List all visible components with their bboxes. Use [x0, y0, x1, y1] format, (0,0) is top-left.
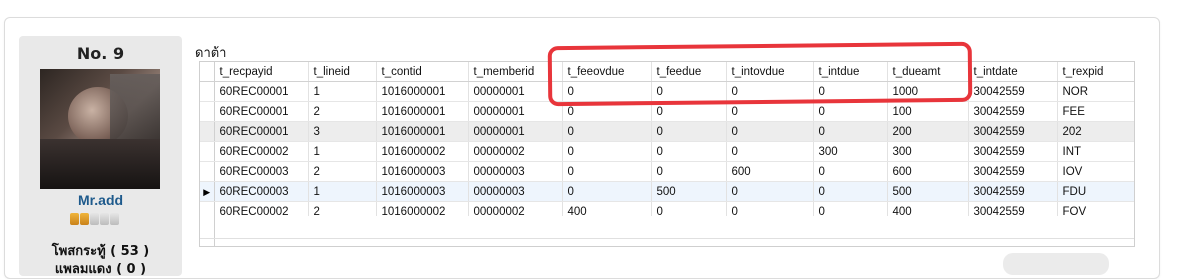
cell-t-contid[interactable]: 1016000003 — [376, 161, 469, 182]
grid-horizontal-scroll-track[interactable] — [200, 238, 1134, 239]
cell-t-memberid[interactable]: 00000002 — [468, 141, 563, 162]
user-panel: No. 9 Mr.add โพสกระทู้ ( 53 ) แพลมแดง ( … — [19, 36, 182, 277]
cell-t-intovdue[interactable]: 0 — [726, 181, 814, 202]
cell-t-feeovdue[interactable]: 0 — [562, 181, 652, 202]
medal-empty-icon — [90, 213, 99, 225]
cell-t-rexpid[interactable]: NOR — [1057, 81, 1134, 102]
username-link[interactable]: Mr.add — [19, 192, 182, 208]
table-row[interactable]: 60REC00003 2 1016000003 00000003 0 0 600 0 600 30… — [200, 161, 1134, 182]
cell-t-contid[interactable]: 1016000001 — [376, 81, 469, 102]
cell-t-memberid[interactable]: 00000003 — [468, 181, 563, 202]
cell-t-contid[interactable]: 1016000002 — [376, 141, 469, 162]
row-header-cell[interactable] — [200, 81, 215, 102]
cell-t-feedue[interactable]: 0 — [651, 161, 727, 182]
cell-t-contid[interactable]: 1016000003 — [376, 181, 469, 202]
cell-t-lineid[interactable]: 1 — [308, 81, 377, 102]
rank-medals — [70, 210, 120, 225]
cell-t-intdue[interactable]: 0 — [813, 121, 888, 142]
cell-t-intdate[interactable]: 30042559 — [968, 161, 1058, 182]
cell-t-intovdue[interactable]: 0 — [726, 141, 814, 162]
medal-icon — [70, 213, 79, 225]
cell-t-dueamt[interactable]: 600 — [887, 161, 969, 182]
cell-t-feedue[interactable]: 500 — [651, 181, 727, 202]
table-row[interactable]: 60REC00001 3 1016000001 00000001 0 0 0 0 200 3004… — [200, 121, 1134, 142]
cell-t-intdate[interactable]: 30042559 — [968, 121, 1058, 142]
medal-empty-icon — [100, 213, 109, 225]
cell-t-feeovdue[interactable]: 0 — [562, 121, 652, 142]
medal-icon — [80, 213, 89, 225]
cell-t-recpayid[interactable]: 60REC00001 — [214, 101, 309, 122]
row-header-cell[interactable] — [200, 101, 215, 122]
column-header-t-intdate[interactable]: t_intdate — [968, 62, 1058, 82]
cell-t-recpayid[interactable]: 60REC00001 — [214, 121, 309, 142]
column-header-t-lineid[interactable]: t_lineid — [308, 62, 377, 82]
cell-t-intdate[interactable]: 30042559 — [968, 181, 1058, 202]
cell-t-memberid[interactable]: 00000001 — [468, 101, 563, 122]
red-annotation-box — [547, 41, 973, 107]
cell-t-intdue[interactable]: 0 — [813, 181, 888, 202]
cell-t-recpayid[interactable]: 60REC00001 — [214, 81, 309, 102]
row-header-cell[interactable] — [200, 161, 215, 182]
cell-t-lineid[interactable]: 2 — [308, 101, 377, 122]
cell-t-intdue[interactable]: 0 — [813, 161, 888, 182]
cell-t-rexpid[interactable]: IOV — [1057, 161, 1134, 182]
cell-t-feeovdue[interactable]: 0 — [562, 141, 652, 162]
cell-t-dueamt[interactable]: 200 — [887, 121, 969, 142]
cell-t-intdue[interactable]: 300 — [813, 141, 888, 162]
cell-t-dueamt[interactable]: 100 — [887, 101, 969, 122]
cell-t-rexpid[interactable]: 202 — [1057, 121, 1134, 142]
avatar[interactable] — [40, 69, 160, 189]
cell-t-contid[interactable]: 1016000001 — [376, 121, 469, 142]
cell-t-dueamt[interactable]: 500 — [887, 181, 969, 202]
cell-t-dueamt[interactable]: 300 — [887, 141, 969, 162]
row-header-cell[interactable] — [200, 121, 215, 142]
action-button[interactable] — [1003, 253, 1109, 275]
post-number: No. 9 — [76, 44, 125, 63]
row-header-cell[interactable] — [200, 141, 215, 162]
cell-t-recpayid[interactable]: 60REC00003 — [214, 161, 309, 182]
cell-t-contid[interactable]: 1016000001 — [376, 101, 469, 122]
cell-t-lineid[interactable]: 1 — [308, 181, 377, 202]
cell-t-intdate[interactable]: 30042559 — [968, 101, 1058, 122]
cell-t-recpayid[interactable]: 60REC00003 — [214, 181, 309, 202]
cell-t-intovdue[interactable]: 0 — [726, 121, 814, 142]
cell-t-feedue[interactable]: 0 — [651, 141, 727, 162]
cell-t-feedue[interactable]: 0 — [651, 121, 727, 142]
grid-caption: ดาต้า — [195, 46, 227, 61]
column-header-t-recpayid[interactable]: t_recpayid — [214, 62, 309, 82]
row-header-cell[interactable]: ▶ — [200, 181, 215, 202]
row-header-corner — [200, 62, 215, 82]
cell-t-intdue[interactable]: 0 — [813, 101, 888, 122]
cell-t-intdate[interactable]: 30042559 — [968, 141, 1058, 162]
medal-empty-icon — [110, 213, 119, 225]
cell-t-lineid[interactable]: 1 — [308, 141, 377, 162]
column-header-t-contid[interactable]: t_contid — [376, 62, 469, 82]
cell-t-intovdue[interactable]: 600 — [726, 161, 814, 182]
current-row-arrow-icon: ▶ — [203, 186, 211, 197]
cell-t-recpayid[interactable]: 60REC00002 — [214, 141, 309, 162]
cell-t-memberid[interactable]: 00000001 — [468, 121, 563, 142]
cell-t-intdate[interactable]: 30042559 — [968, 81, 1058, 102]
grid-empty-area — [200, 216, 1134, 246]
column-header-t-rexpid[interactable]: t_rexpid — [1057, 62, 1134, 82]
cell-t-feeovdue[interactable]: 0 — [562, 161, 652, 182]
table-row[interactable]: ▶ 60REC00003 1 1016000003 00000003 0 500 0 0 500 3… — [200, 181, 1134, 202]
cell-t-intovdue[interactable]: 0 — [726, 101, 814, 122]
cell-t-lineid[interactable]: 2 — [308, 161, 377, 182]
cell-t-rexpid[interactable]: INT — [1057, 141, 1134, 162]
cell-t-rexpid[interactable]: FEE — [1057, 101, 1134, 122]
table-row[interactable]: 60REC00002 1 1016000002 00000002 0 0 0 300 300 30… — [200, 141, 1134, 162]
cell-t-lineid[interactable]: 3 — [308, 121, 377, 142]
cell-t-memberid[interactable]: 00000003 — [468, 161, 563, 182]
thanks-count: แพลมแดง ( 0 ) — [54, 262, 147, 277]
cell-t-rexpid[interactable]: FDU — [1057, 181, 1134, 202]
